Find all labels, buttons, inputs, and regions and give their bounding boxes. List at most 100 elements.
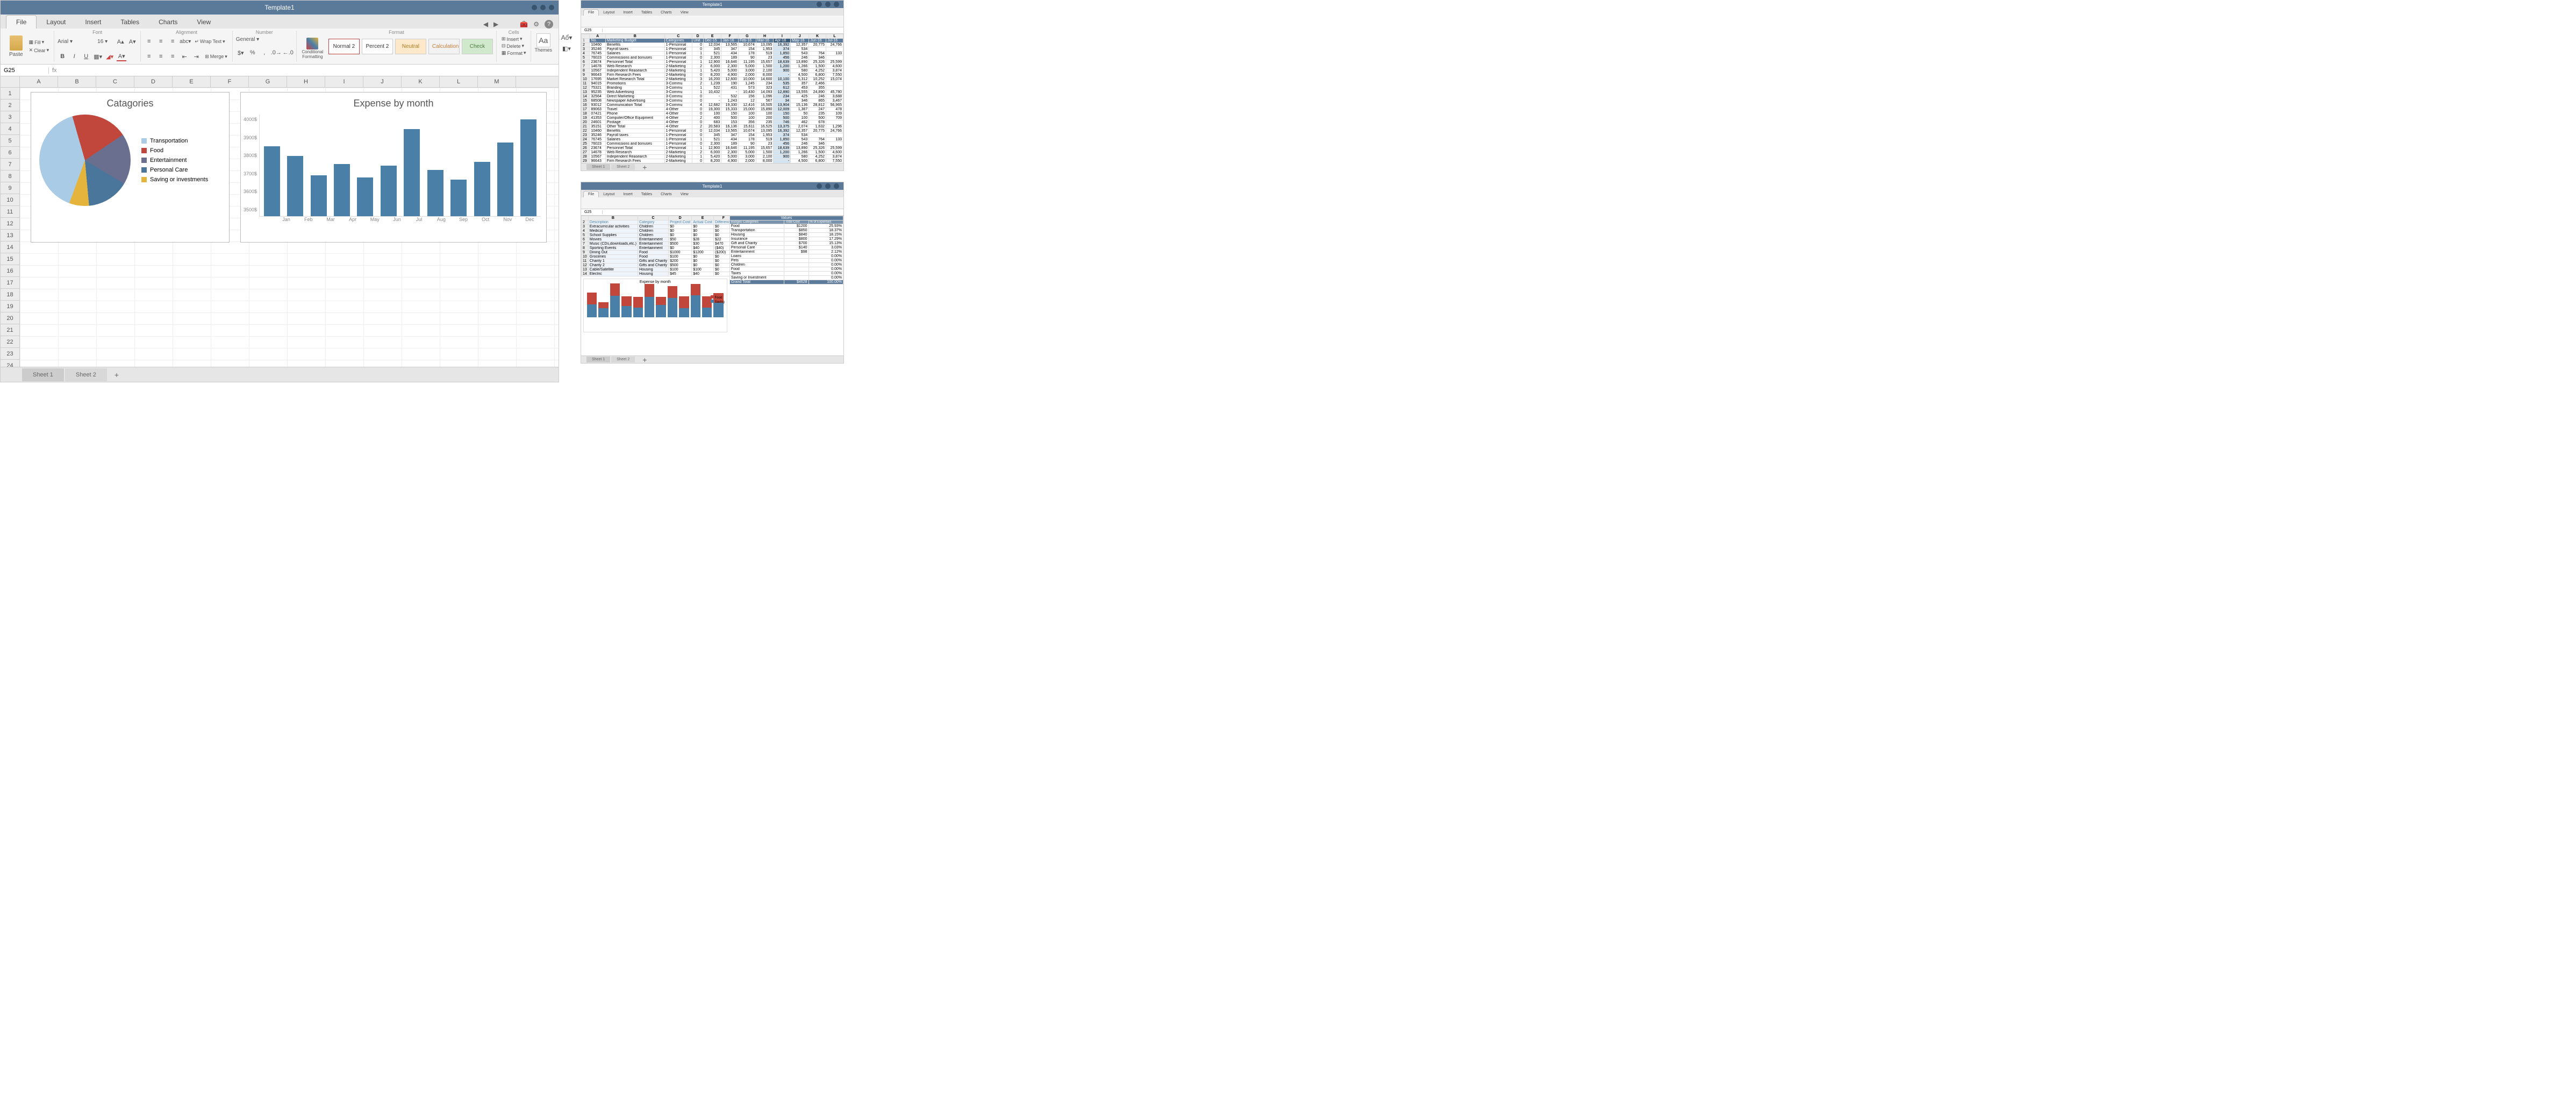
mini1-grid[interactable]: ABCDEFGHIJKL1No.Marketing BudgetCategori… bbox=[581, 34, 843, 163]
col-header[interactable]: D bbox=[134, 76, 173, 87]
col-header[interactable]: J bbox=[363, 76, 402, 87]
mini2-window-controls[interactable] bbox=[817, 183, 839, 189]
mini1-window-controls[interactable] bbox=[817, 2, 839, 7]
col-header[interactable]: G bbox=[249, 76, 287, 87]
row-header[interactable]: 5 bbox=[1, 135, 20, 147]
indent-dec-icon[interactable]: ⇤ bbox=[180, 52, 189, 61]
fill-button[interactable]: ▦ Fill ▾ bbox=[27, 39, 51, 46]
grow-font-icon[interactable]: A▴ bbox=[116, 37, 125, 46]
row-header[interactable]: 13 bbox=[1, 230, 20, 241]
mini2-tab-file[interactable]: File bbox=[583, 191, 599, 197]
row-header[interactable]: 17 bbox=[1, 277, 20, 289]
row-header[interactable]: 15 bbox=[1, 253, 20, 265]
bold-icon[interactable]: B bbox=[58, 52, 67, 61]
settings-gear-icon[interactable]: ⚙ bbox=[533, 20, 539, 28]
row-header[interactable]: 20 bbox=[1, 312, 20, 324]
percent-icon[interactable]: % bbox=[248, 48, 257, 58]
sheet-tab-1[interactable]: Sheet 1 bbox=[22, 368, 64, 381]
tab-tables[interactable]: Tables bbox=[111, 16, 149, 29]
col-header[interactable]: C bbox=[96, 76, 134, 87]
insert-cells-button[interactable]: ⊞ Insert ▾ bbox=[500, 35, 528, 42]
comma-icon[interactable]: , bbox=[260, 48, 269, 58]
mini1-tab-tables[interactable]: Tables bbox=[637, 10, 656, 16]
col-header[interactable]: H bbox=[287, 76, 325, 87]
col-header[interactable]: L bbox=[440, 76, 478, 87]
row-header[interactable]: 10 bbox=[1, 194, 20, 206]
paste-button[interactable]: Paste bbox=[7, 34, 25, 59]
mini2-tab-layout[interactable]: Layout bbox=[599, 191, 619, 197]
row-header[interactable]: 6 bbox=[1, 147, 20, 159]
sheet-area[interactable]: ABCDEFGHIJKLM 12345678910111213141516171… bbox=[1, 76, 559, 367]
mini2-tab-charts[interactable]: Charts bbox=[656, 191, 676, 197]
row-header[interactable]: 24 bbox=[1, 360, 20, 367]
row-header[interactable]: 22 bbox=[1, 336, 20, 348]
align-top-icon[interactable]: ≡ bbox=[144, 37, 154, 46]
wrap-text-button[interactable]: ↵ Wrap Text ▾ bbox=[193, 38, 226, 45]
align-center-icon[interactable]: ≡ bbox=[156, 52, 166, 61]
mini2-namebox[interactable]: G25 bbox=[581, 210, 603, 214]
italic-icon[interactable]: I bbox=[69, 52, 79, 61]
dec-decimal-icon[interactable]: ←.0 bbox=[283, 48, 293, 58]
font-size-select[interactable]: 16 ▾ bbox=[97, 39, 113, 45]
row-header[interactable]: 16 bbox=[1, 265, 20, 277]
mini1-tab-layout[interactable]: Layout bbox=[599, 10, 619, 16]
font-color-icon[interactable]: A▾ bbox=[117, 52, 126, 61]
tab-insert[interactable]: Insert bbox=[75, 16, 111, 29]
theme-fonts-icon[interactable]: Aổ▾ bbox=[562, 33, 571, 42]
shrink-font-icon[interactable]: A▾ bbox=[127, 37, 137, 46]
select-all-corner[interactable] bbox=[1, 76, 20, 87]
delete-cells-button[interactable]: ⊟ Delete ▾ bbox=[500, 42, 528, 49]
window-controls[interactable] bbox=[532, 5, 554, 10]
row-header[interactable]: 14 bbox=[1, 241, 20, 253]
row-header[interactable]: 7 bbox=[1, 159, 20, 170]
fx-icon[interactable]: fx bbox=[49, 67, 60, 74]
align-right-icon[interactable]: ≡ bbox=[168, 52, 177, 61]
pie-chart[interactable]: Catagories TransportationFoodEntertainme… bbox=[31, 92, 230, 243]
nav-back-icon[interactable]: ◀ bbox=[483, 20, 488, 28]
row-header[interactable]: 8 bbox=[1, 170, 20, 182]
row-header[interactable]: 21 bbox=[1, 324, 20, 336]
col-header[interactable]: K bbox=[402, 76, 440, 87]
theme-colors-icon[interactable]: ◧▾ bbox=[562, 44, 571, 53]
fill-color-icon[interactable]: ◢▾ bbox=[105, 52, 115, 61]
row-header[interactable]: 19 bbox=[1, 301, 20, 312]
number-format-select[interactable]: General ▾ bbox=[236, 37, 284, 42]
align-mid-icon[interactable]: ≡ bbox=[156, 37, 166, 46]
underline-icon[interactable]: U bbox=[81, 52, 91, 61]
align-left-icon[interactable]: ≡ bbox=[144, 52, 154, 61]
col-header[interactable]: I bbox=[325, 76, 363, 87]
mini1-sheet2[interactable]: Sheet 2 bbox=[611, 164, 635, 170]
row-header[interactable]: 2 bbox=[1, 99, 20, 111]
indent-inc-icon[interactable]: ⇥ bbox=[191, 52, 201, 61]
currency-icon[interactable]: $▾ bbox=[236, 48, 246, 58]
border-icon[interactable]: ▦▾ bbox=[93, 52, 103, 61]
col-header[interactable]: E bbox=[173, 76, 211, 87]
style-card[interactable]: Normal 2 bbox=[328, 39, 360, 54]
tab-layout[interactable]: Layout bbox=[37, 16, 75, 29]
mini2-tab-insert[interactable]: Insert bbox=[619, 191, 637, 197]
sheet-tab-2[interactable]: Sheet 2 bbox=[65, 368, 107, 381]
col-header[interactable]: B bbox=[58, 76, 96, 87]
row-header[interactable]: 3 bbox=[1, 111, 20, 123]
row-header[interactable]: 18 bbox=[1, 289, 20, 301]
toolbox-icon[interactable]: 🧰 bbox=[520, 20, 528, 28]
tab-charts[interactable]: Charts bbox=[149, 16, 187, 29]
mini2-tab-view[interactable]: View bbox=[676, 191, 693, 197]
mini1-sheet1[interactable]: Sheet 1 bbox=[586, 164, 610, 170]
row-header[interactable]: 4 bbox=[1, 123, 20, 135]
mini2-add-sheet[interactable]: + bbox=[636, 352, 653, 367]
style-card[interactable]: Check bbox=[462, 39, 493, 54]
col-header[interactable]: A bbox=[20, 76, 58, 87]
mini2-tab-tables[interactable]: Tables bbox=[637, 191, 656, 197]
clear-button[interactable]: ✕ Clear ▾ bbox=[27, 47, 51, 54]
row-header[interactable]: 23 bbox=[1, 348, 20, 360]
nav-fwd-icon[interactable]: ▶ bbox=[493, 20, 498, 28]
align-bot-icon[interactable]: ≡ bbox=[168, 37, 177, 46]
mini2-grid[interactable]: BCDEF2DescriptionCategoryProject CostAct… bbox=[581, 216, 843, 355]
add-sheet-button[interactable]: + bbox=[108, 367, 125, 382]
bar-chart[interactable]: Expense by month 4000$3900$3800$3700$360… bbox=[240, 92, 547, 243]
mini1-tab-charts[interactable]: Charts bbox=[656, 10, 676, 16]
merge-button[interactable]: ⊞ Merge ▾ bbox=[203, 53, 229, 60]
col-header[interactable]: F bbox=[211, 76, 249, 87]
themes-button[interactable]: Aa Themes bbox=[534, 33, 552, 53]
